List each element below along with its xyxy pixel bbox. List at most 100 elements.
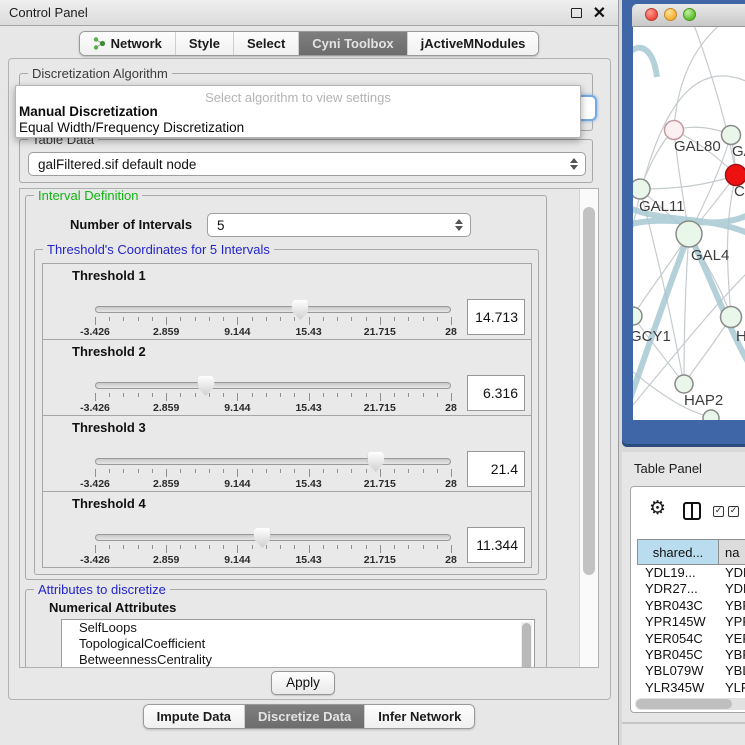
window-title: Control Panel — [9, 5, 88, 20]
checkbox-icon[interactable]: ✓ — [728, 506, 739, 517]
tab-discretize-data[interactable]: Discretize Data — [244, 705, 364, 728]
threshold-4-label: Threshold 4 — [72, 496, 146, 511]
table-row[interactable]: YLR345WYLR3 — [637, 680, 745, 696]
table-row[interactable]: YDL19...YDL1 — [637, 565, 745, 581]
dropdown-option-equal-width[interactable]: Equal Width/Frequency Discretization — [19, 120, 244, 135]
threshold-3-slider[interactable] — [95, 458, 451, 465]
tab-jactivemnodules[interactable]: jActiveMNodules — [407, 32, 539, 55]
node-label: GAL — [732, 143, 745, 160]
node-label: C — [734, 183, 745, 200]
table-horizontal-scrollbar[interactable] — [635, 698, 745, 710]
bottom-tab-bar: Impute Data Discretize Data Infer Networ… — [0, 704, 618, 729]
table-rows: YDL19...YDL1 YDR27...YDR2 YBR043CYBR0 YP… — [637, 565, 745, 696]
slider-ticks — [95, 545, 451, 554]
node-hap2[interactable] — [675, 375, 693, 393]
table-row[interactable]: YER054CYER0 — [637, 631, 745, 647]
threshold-3-value-field[interactable] — [467, 451, 525, 487]
numerical-attributes-list: SelfLoops TopologicalCoefficient Between… — [61, 619, 535, 668]
float-window-icon[interactable] — [571, 8, 582, 18]
dropdown-option-manual-discretization[interactable]: Manual Discretization — [19, 104, 158, 119]
node-gal[interactable] — [722, 126, 741, 145]
settings-vertical-scrollbar[interactable] — [579, 189, 598, 667]
window-bottom-edge — [622, 722, 745, 724]
table-row[interactable]: YBL079WYBL0 — [637, 663, 745, 679]
network-icon — [93, 37, 106, 50]
checkbox-icon[interactable]: ✓ — [713, 506, 724, 517]
node-gal4[interactable] — [676, 221, 702, 247]
table-panel-title: Table Panel — [634, 461, 702, 476]
split-columns-icon[interactable] — [683, 502, 701, 520]
slider-scale-labels: -3.4262.8599.14415.4321.71528 — [95, 326, 451, 338]
tab-infer-network[interactable]: Infer Network — [364, 705, 474, 728]
algorithm-dropdown-popup: Select algorithm to view settings Manual… — [15, 85, 581, 138]
node-gal80[interactable] — [665, 121, 684, 140]
tab-network[interactable]: Network — [80, 32, 175, 55]
threshold-4-slider[interactable] — [95, 534, 451, 541]
tab-impute-data[interactable]: Impute Data — [144, 705, 244, 728]
network-canvas[interactable]: GAL80 GAL C GAL11 GAL4 GCY1 H HAP2 — [633, 27, 745, 420]
threshold-1-slider[interactable] — [95, 306, 451, 313]
dropdown-placeholder: Select algorithm to view settings — [16, 90, 580, 105]
threshold-1-value-field[interactable] — [467, 299, 525, 335]
attributes-list-scrollbar[interactable] — [521, 622, 532, 668]
thresholds-coordinates-title: Threshold's Coordinates for 5 Intervals — [43, 242, 274, 257]
number-of-intervals-label: Number of Intervals — [70, 217, 192, 232]
table-row[interactable]: YBR045CYBR0 — [637, 647, 745, 663]
list-item[interactable]: SelfLoops — [62, 620, 534, 636]
table-row[interactable]: YBR043CYBR0 — [637, 598, 745, 614]
node-label: GCY1 — [633, 328, 671, 345]
column-header-shared-name[interactable]: shared... — [637, 539, 719, 565]
close-icon[interactable]: ✕ — [593, 3, 606, 23]
node-h[interactable] — [721, 307, 742, 328]
table-row[interactable]: YPR145WYPR1 — [637, 614, 745, 630]
list-item[interactable]: BetweennessCentrality — [62, 652, 534, 668]
discretization-algorithm-title: Discretization Algorithm — [28, 66, 172, 81]
apply-button[interactable]: Apply — [271, 671, 335, 695]
table-header-row: shared... na — [637, 539, 745, 565]
tab-select[interactable]: Select — [233, 32, 298, 55]
scrollbar-thumb[interactable] — [636, 699, 732, 709]
table-row[interactable]: YDR27...YDR2 — [637, 581, 745, 597]
threshold-2-slider[interactable] — [95, 382, 451, 389]
node-label: HAP2 — [684, 392, 723, 409]
cyni-toolbox-content: Discretization Algorithm Select algorith… — [8, 58, 611, 700]
slider-scale-labels: -3.4262.8599.14415.4321.71528 — [95, 478, 451, 490]
threshold-4-value-field[interactable] — [467, 527, 525, 563]
tab-style[interactable]: Style — [175, 32, 233, 55]
slider-scale-labels: -3.4262.8599.14415.4321.71528 — [95, 402, 451, 414]
number-of-intervals-combobox[interactable]: 5 — [207, 213, 471, 237]
threshold-3-panel: Threshold 3 -3.4262.8599.14415.4321.7152… — [42, 415, 532, 492]
gear-icon[interactable]: ⚙ — [649, 497, 666, 519]
table-panel-window: Table Panel ⚙ ✓ ✓ shared... na YDL19...Y… — [622, 452, 745, 745]
tab-cyni-toolbox[interactable]: Cyni Toolbox — [298, 32, 406, 55]
table-toolbar: ⚙ ✓ ✓ — [631, 487, 745, 537]
settings-scrollpane: Interval Definition Number of Intervals … — [19, 188, 599, 668]
interval-definition-title: Interval Definition — [34, 188, 142, 203]
node-gcy1[interactable] — [633, 307, 642, 325]
threshold-1-label: Threshold 1 — [72, 268, 146, 283]
node-partial[interactable] — [703, 410, 719, 420]
network-window-titlebar — [632, 4, 745, 27]
close-traffic-light-icon[interactable] — [645, 8, 658, 21]
table-data-group: Table Data galFiltered.sif default node — [19, 139, 593, 183]
threshold-2-value-field[interactable] — [467, 375, 525, 411]
slider-ticks — [95, 469, 451, 478]
zoom-traffic-light-icon[interactable] — [683, 8, 696, 21]
slider-ticks — [95, 317, 451, 326]
thresholds-coordinates-group: Threshold's Coordinates for 5 Intervals … — [34, 249, 539, 575]
interval-definition-group: Interval Definition Number of Intervals … — [25, 195, 547, 580]
node-label: GAL80 — [674, 138, 721, 155]
node-gal11[interactable] — [633, 179, 650, 199]
attributes-title: Attributes to discretize — [34, 582, 170, 597]
threshold-4-panel: Threshold 4 -3.4262.8599.14415.4321.7152… — [42, 491, 532, 568]
tab-network-label: Network — [111, 36, 162, 51]
control-panel-window: Control Panel ✕ Network Style Select Cyn… — [0, 0, 619, 745]
control-panel-titlebar: Control Panel ✕ — [0, 0, 618, 26]
slider-ticks — [95, 393, 451, 402]
table-data-combobox[interactable]: galFiltered.sif default node — [28, 152, 586, 176]
column-header-name[interactable]: na — [719, 539, 745, 565]
slider-scale-labels: -3.4262.8599.14415.4321.71528 — [95, 554, 451, 566]
list-item[interactable]: TopologicalCoefficient — [62, 636, 534, 652]
scrollbar-thumb[interactable] — [583, 207, 595, 575]
minimize-traffic-light-icon[interactable] — [664, 8, 677, 21]
